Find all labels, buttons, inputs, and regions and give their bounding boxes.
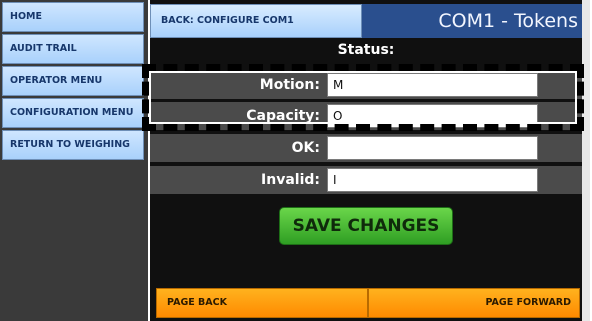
capacity-row: Capacity: O xyxy=(150,102,582,130)
back-configure-com1-button[interactable]: BACK: CONFIGURE COM1 xyxy=(150,4,362,38)
screen: HOME AUDIT TRAIL OPERATOR MENU CONFIGURA… xyxy=(0,0,592,321)
page-back-button[interactable]: PAGE BACK xyxy=(156,288,368,318)
sidebar: HOME AUDIT TRAIL OPERATOR MENU CONFIGURA… xyxy=(0,0,148,321)
invalid-field[interactable]: I xyxy=(327,168,538,192)
motion-label: Motion: xyxy=(259,77,320,93)
sidebar-item-operator-menu[interactable]: OPERATOR MENU xyxy=(2,66,144,96)
motion-row: Motion: M xyxy=(150,71,582,99)
main-panel: BACK: CONFIGURE COM1 COM1 - Tokens Statu… xyxy=(150,0,590,321)
right-edge-bar xyxy=(582,0,590,321)
sidebar-item-return-to-weighing[interactable]: RETURN TO WEIGHING xyxy=(2,130,144,160)
save-changes-button[interactable]: SAVE CHANGES xyxy=(279,207,453,245)
capacity-field[interactable]: O xyxy=(327,104,538,128)
sidebar-item-configuration-menu[interactable]: CONFIGURATION MENU xyxy=(2,98,144,128)
status-label: Status: xyxy=(337,42,395,58)
motion-field[interactable]: M xyxy=(327,73,538,97)
ok-field[interactable] xyxy=(327,136,538,160)
capacity-label: Capacity: xyxy=(246,108,320,124)
page-forward-button[interactable]: PAGE FORWARD xyxy=(368,288,580,318)
invalid-row: Invalid: I xyxy=(150,166,582,194)
ok-row: OK: xyxy=(150,134,582,162)
page-title: COM1 - Tokens xyxy=(362,4,582,38)
sidebar-item-home[interactable]: HOME xyxy=(2,2,144,32)
ok-label: OK: xyxy=(291,140,320,156)
invalid-label: Invalid: xyxy=(261,172,320,188)
sidebar-item-audit-trail[interactable]: AUDIT TRAIL xyxy=(2,34,144,64)
